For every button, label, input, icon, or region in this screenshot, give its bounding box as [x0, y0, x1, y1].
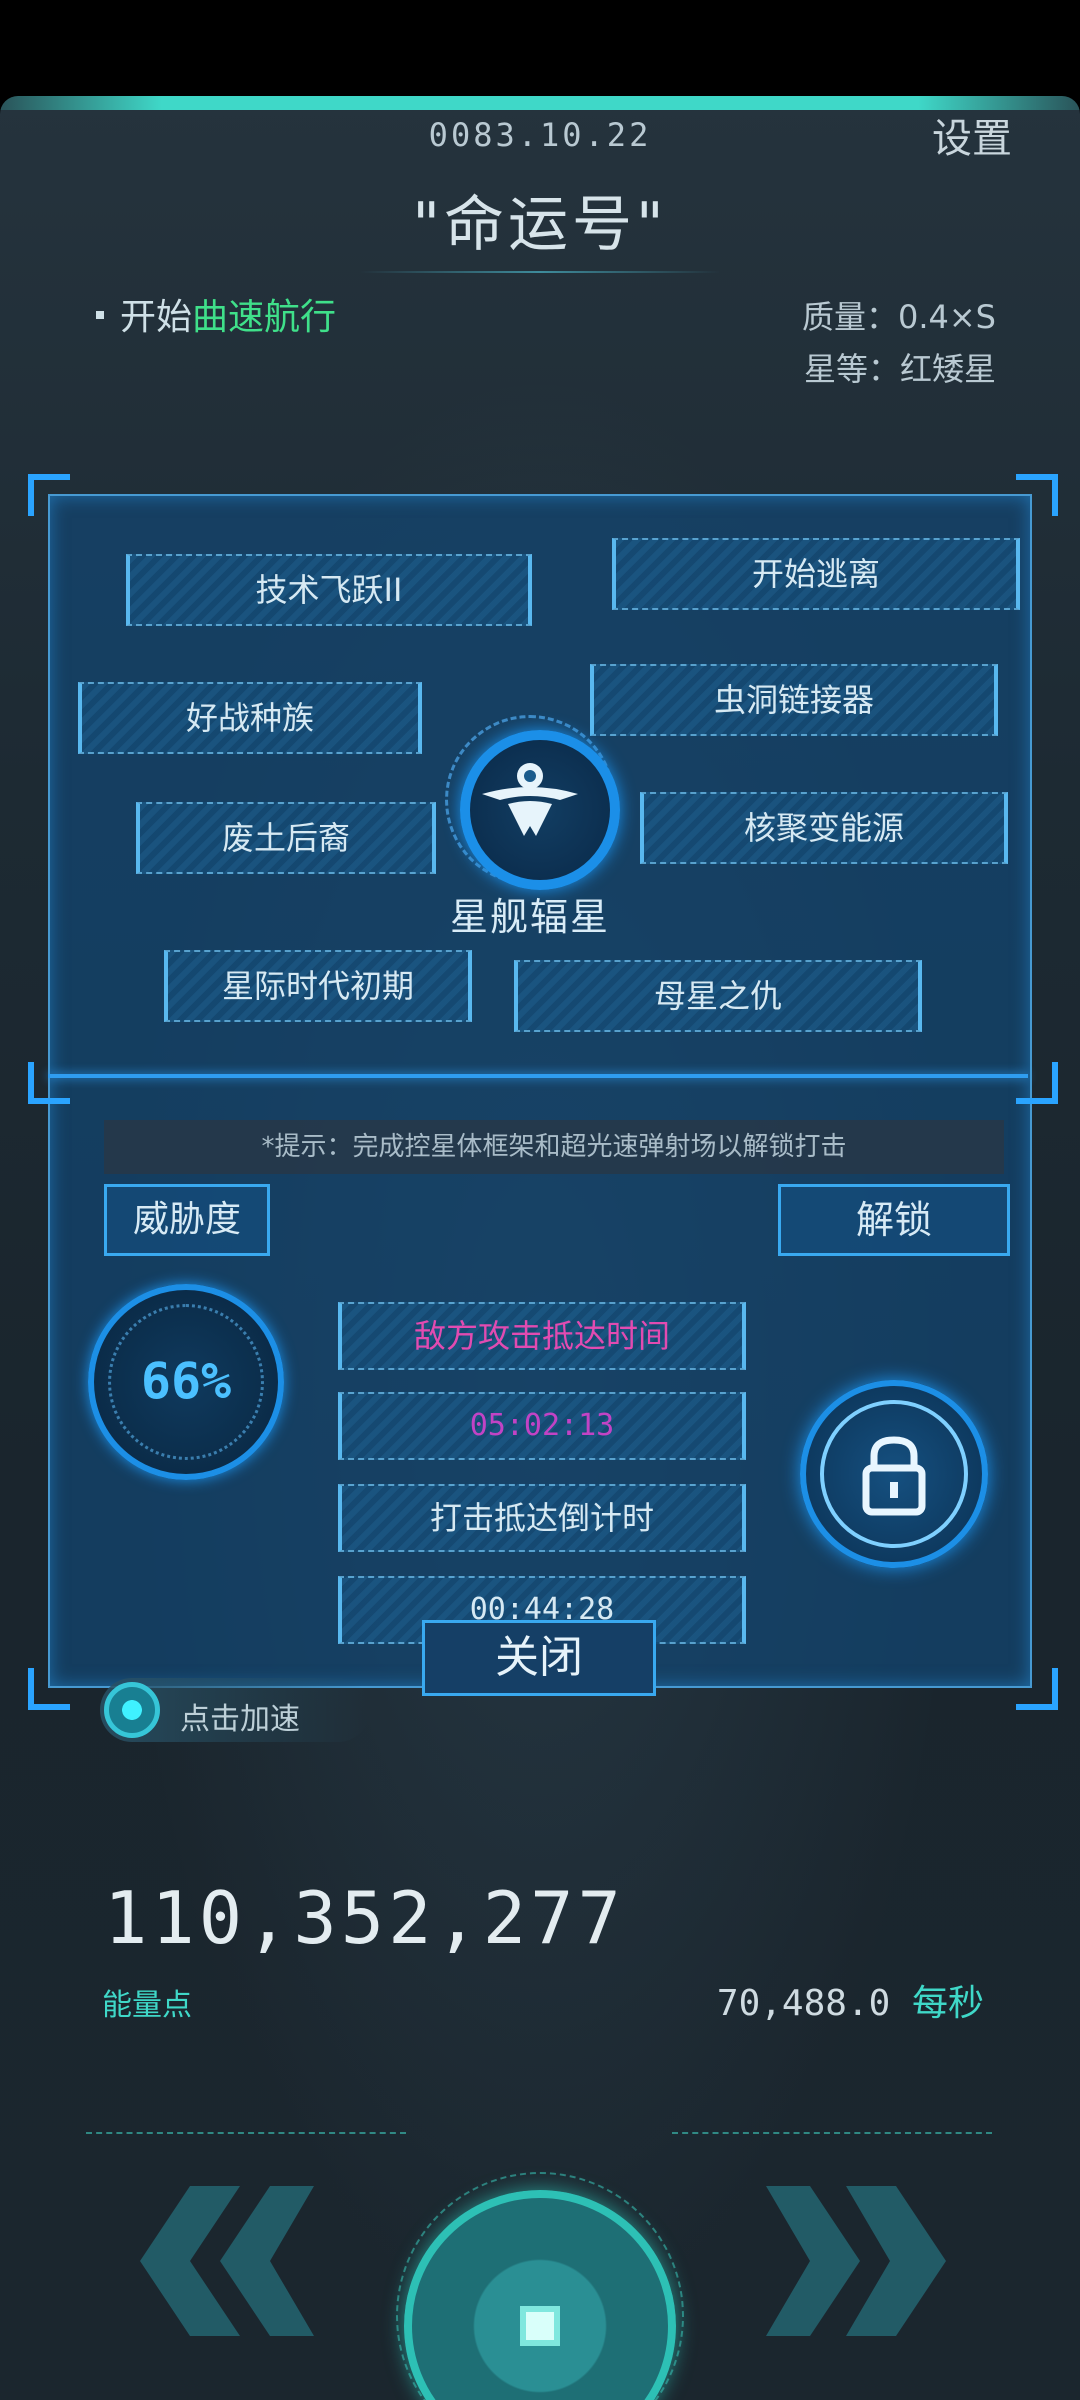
status-line: 开始曲速航行 — [96, 288, 336, 340]
emblem-graphic — [482, 763, 578, 836]
enemy-arrival-label: 敌方攻击抵达时间 — [338, 1302, 746, 1370]
hub-label: 星舰辐星 — [449, 895, 610, 939]
settings-button[interactable]: 设置 — [932, 106, 1012, 164]
tech-node[interactable]: 技术飞跃II — [126, 554, 532, 626]
dashed-line — [672, 2132, 992, 2134]
close-button[interactable]: 关闭 — [422, 1620, 656, 1696]
tech-node[interactable]: 好战种族 — [78, 682, 422, 754]
accelerate-icon[interactable] — [104, 1682, 160, 1738]
star-class-stat: 星等：红矮星 — [803, 350, 996, 388]
tech-node[interactable]: 母星之仇 — [514, 960, 922, 1032]
title-underline — [360, 271, 720, 273]
game-screen: 0083.10.22 设置 "命运号" 开始曲速航行 质量：0.4×S 星等：红… — [0, 96, 1080, 2400]
energy-total: 110,352,277 — [104, 1876, 625, 1960]
energy-rate-unit: 每秒 — [911, 1983, 984, 2024]
right-arrow-icon[interactable] — [760, 2176, 980, 2346]
tech-node[interactable]: 开始逃离 — [612, 538, 1020, 610]
panel-corner — [28, 1668, 70, 1710]
top-accent-bar — [0, 96, 1080, 110]
unlock-button[interactable]: 解锁 — [778, 1184, 1010, 1256]
strike-countdown-label: 打击抵达倒计时 — [338, 1484, 746, 1552]
panel-divider — [48, 1074, 1028, 1078]
ship-name: "命运号" — [412, 190, 668, 260]
main-action-icon — [520, 2306, 560, 2346]
left-arrow-icon[interactable] — [100, 2176, 320, 2346]
bullet-icon — [96, 311, 104, 319]
status-accent: 曲速航行 — [192, 297, 337, 338]
panel-corner — [1016, 474, 1058, 516]
hint-text: *提示：完成控星体框架和超光速弹射场以解锁打击 — [104, 1120, 1004, 1174]
threat-value: 66% — [140, 1352, 232, 1410]
panel-corner — [28, 1062, 70, 1104]
panel-corner — [1016, 1668, 1058, 1710]
tech-node[interactable]: 虫洞链接器 — [590, 664, 998, 736]
tech-node[interactable]: 废土后裔 — [136, 802, 436, 874]
lock-graphic — [862, 1436, 926, 1516]
status-prefix: 开始 — [120, 297, 193, 338]
tech-node[interactable]: 核聚变能源 — [640, 792, 1008, 864]
tech-node[interactable]: 星际时代初期 — [164, 950, 472, 1022]
energy-rate: 70,488.0 每秒 — [717, 1974, 984, 2026]
accelerate-label[interactable]: 点击加速 — [180, 1694, 300, 1738]
enemy-arrival-time: 05:02:13 — [338, 1392, 746, 1460]
threat-label: 威胁度 — [104, 1184, 270, 1256]
lock-icon — [820, 1400, 968, 1548]
game-date: 0083.10.22 — [428, 116, 652, 154]
energy-label: 能量点 — [102, 1988, 192, 2023]
ship-emblem-icon[interactable] — [460, 730, 620, 890]
panel-corner — [1016, 1062, 1058, 1104]
energy-rate-value: 70,488.0 — [716, 1983, 891, 2024]
mass-stat: 质量：0.4×S — [801, 298, 996, 336]
dashed-line — [86, 2132, 406, 2134]
panel-corner — [28, 474, 70, 516]
